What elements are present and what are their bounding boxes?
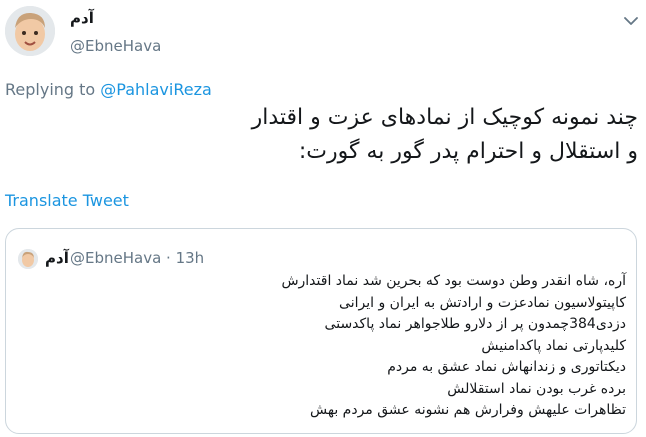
quoted-display-name: آدم <box>45 249 69 267</box>
quoted-handle: @EbneHava <box>70 249 162 267</box>
quoted-text-line: کلیدپارتی نماد پاکدامنیش <box>481 337 626 354</box>
quoted-text-line: تظاهرات علیهش وفرارش هم نشونه عشق مردم ب… <box>310 402 626 418</box>
mention-link[interactable]: @PahlaviReza <box>100 80 211 99</box>
translate-tweet-link[interactable]: Translate Tweet <box>5 191 129 210</box>
quoted-tweet-text: آره، شاه انقدر وطن دوست بود که بحرین شد … <box>26 271 626 422</box>
replying-to-prefix: Replying to <box>5 80 101 99</box>
chevron-down-icon[interactable] <box>622 12 640 30</box>
quoted-timestamp: 13h <box>175 249 205 267</box>
quoted-text-line: برده غرب بودن نماد استقلالش <box>447 380 626 397</box>
quoted-text-line: کاپیتولاسیون نمادعزت و ارادتش به ایران و… <box>339 294 626 311</box>
quoted-separator: · <box>161 249 176 267</box>
quoted-text-line: آره، شاه انقدر وطن دوست بود که بحرین شد … <box>281 273 626 289</box>
avatar[interactable] <box>5 6 55 56</box>
avatar-photo-icon <box>18 249 38 269</box>
author-display-name[interactable]: آدم <box>70 9 94 27</box>
tweet-text-line: و استقلال و احترام پدر گور به گورت: <box>298 139 638 164</box>
replying-to-line: Replying to @PahlaviReza <box>5 80 212 99</box>
tweet-text-line: چند نمونه کوچیک از نمادهای عزت و اقتدار <box>251 105 638 130</box>
quoted-meta: @EbneHava · 13h <box>70 249 204 267</box>
avatar-photo-icon <box>5 6 55 56</box>
quoted-text-line: دزدی384چمدون پر از دلارو طلاجواهر نماد پ… <box>324 316 626 332</box>
tweet-text: چند نمونه کوچیک از نمادهای عزت و اقتدار … <box>18 101 638 169</box>
quoted-avatar <box>18 249 38 269</box>
quoted-tweet-card[interactable]: آدم @EbneHava · 13h آره، شاه انقدر وطن د… <box>5 228 637 434</box>
quoted-text-line: دیکتاتوری و زندانهاش نماد عشق به مردم <box>387 359 626 375</box>
author-handle[interactable]: @EbneHava <box>70 37 161 55</box>
